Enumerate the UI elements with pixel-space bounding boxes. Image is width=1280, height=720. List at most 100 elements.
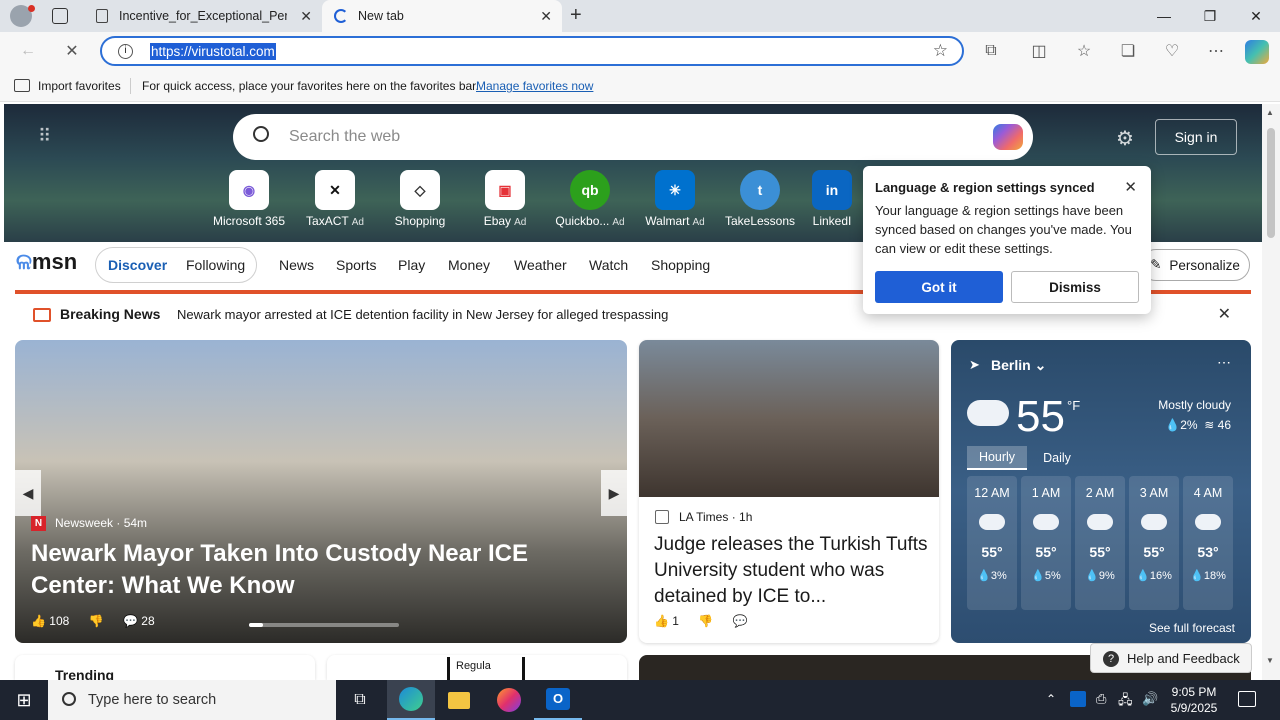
info-icon[interactable]: i xyxy=(118,44,133,59)
popup-body: Your language & region settings have bee… xyxy=(875,203,1132,256)
carousel-prev-icon[interactable]: ◀ xyxy=(15,470,41,516)
vertical-scrollbar[interactable]: ▲ ▼ xyxy=(1262,104,1280,680)
article-headline[interactable]: Judge releases the Turkish Tufts Univers… xyxy=(654,532,929,610)
more-icon[interactable]: ⋯ xyxy=(1202,38,1230,64)
notifications-icon[interactable] xyxy=(1238,691,1256,707)
tab-incentive[interactable]: Incentive_for_Exceptional_Perfor ✕ xyxy=(84,0,322,32)
nav-money[interactable]: Money xyxy=(448,257,490,273)
msn-logo[interactable]: ଳmsn xyxy=(16,249,77,275)
taskbar-clock[interactable]: 9:05 PM 5/9/2025 xyxy=(1168,684,1220,716)
tab-hourly[interactable]: Hourly xyxy=(967,446,1027,470)
window-close-icon[interactable]: ✕ xyxy=(1233,0,1279,32)
like-icon[interactable]: 👍 xyxy=(31,614,46,628)
manage-favorites-link[interactable]: Manage favorites now xyxy=(476,79,593,93)
scrollbar-thumb[interactable] xyxy=(1267,128,1275,238)
article-source: Newsweek · 54m xyxy=(55,516,148,530)
address-bar[interactable]: i https://virustotal.com ☆ xyxy=(100,36,964,66)
more-icon[interactable]: ⋯ xyxy=(1217,354,1231,371)
quick-link-label: Walmart xyxy=(645,214,690,228)
task-view-icon[interactable]: ⧉ xyxy=(336,680,384,720)
tab-discover[interactable]: Discover xyxy=(108,257,167,273)
close-icon[interactable]: ✕ xyxy=(540,8,552,25)
quick-link-takelessons[interactable]: t TakeLessons xyxy=(717,170,803,228)
like-icon[interactable]: 👍 xyxy=(654,614,669,628)
scroll-down-icon[interactable]: ▼ xyxy=(1266,656,1274,665)
file-explorer-icon[interactable] xyxy=(435,680,483,720)
quick-link-linkedin[interactable]: in LinkedI xyxy=(802,170,862,228)
volume-icon[interactable]: 🔊 xyxy=(1142,691,1158,707)
windows-start-icon[interactable]: ⊞ xyxy=(0,680,48,720)
device-icon[interactable]: ⎙ xyxy=(1096,691,1106,707)
quick-link-ebay[interactable]: ▣ Ebay Ad xyxy=(462,170,548,228)
ad-card[interactable]: Regula xyxy=(327,655,627,680)
article-image xyxy=(639,340,939,497)
quick-link-taxact[interactable]: ✕ TaxACT Ad xyxy=(292,170,378,228)
trending-card[interactable]: Trending xyxy=(15,655,315,683)
news-card-side[interactable]: LA Times · 1h Judge releases the Turkish… xyxy=(639,340,939,643)
help-feedback-button[interactable]: ? Help and Feedback xyxy=(1090,643,1252,673)
firefox-icon[interactable] xyxy=(485,680,533,720)
weather-unit: °F xyxy=(1067,398,1081,413)
tab-daily[interactable]: Daily xyxy=(1027,446,1087,470)
comment-icon[interactable]: 💬 xyxy=(123,614,138,628)
quick-link-walmart[interactable]: ✳ Walmart Ad xyxy=(632,170,718,228)
nav-sports[interactable]: Sports xyxy=(336,257,376,273)
weather-card[interactable]: ➤ Berlin ⌄ ⋯ 55 °F Mostly cloudy 💧2% ≋ 4… xyxy=(951,340,1251,643)
new-tab-icon[interactable]: + xyxy=(570,4,582,27)
stop-icon[interactable]: ✕ xyxy=(58,38,86,64)
personalize-button[interactable]: ✎ Personalize xyxy=(1140,249,1250,281)
settings-gear-icon[interactable]: ⚙ xyxy=(1116,126,1134,151)
nav-weather[interactable]: Weather xyxy=(514,257,567,273)
dismiss-button[interactable]: Dismiss xyxy=(1011,271,1139,303)
chevron-down-icon: ⌄ xyxy=(1034,357,1047,373)
edge-icon[interactable] xyxy=(387,680,435,720)
article-headline[interactable]: Newark Mayor Taken Into Custody Near ICE… xyxy=(31,538,611,602)
nav-watch[interactable]: Watch xyxy=(589,257,628,273)
carousel-next-icon[interactable]: ▶ xyxy=(601,470,627,516)
minimize-icon[interactable]: — xyxy=(1141,0,1187,32)
breaking-headline[interactable]: Newark mayor arrested at ICE detention f… xyxy=(177,307,668,322)
close-icon[interactable]: ✕ xyxy=(1218,304,1231,324)
scroll-up-icon[interactable]: ▲ xyxy=(1266,108,1274,117)
full-forecast-link[interactable]: See full forecast xyxy=(1149,621,1235,635)
close-icon[interactable]: ✕ xyxy=(1124,178,1137,196)
import-favorites[interactable]: Import favorites xyxy=(38,79,121,93)
browser-essentials-icon[interactable]: ♡ xyxy=(1158,38,1186,64)
restore-icon[interactable]: ❐ xyxy=(1187,0,1233,32)
dislike-icon[interactable]: 👎 xyxy=(698,614,713,628)
quick-link-quickbooks[interactable]: qb Quickbo... Ad xyxy=(547,170,633,228)
taskbar-search[interactable]: Type here to search xyxy=(48,680,336,720)
got-it-button[interactable]: Got it xyxy=(875,271,1003,303)
nav-play[interactable]: Play xyxy=(398,257,425,273)
nav-news[interactable]: News xyxy=(279,257,314,273)
outlook-icon[interactable]: O xyxy=(534,680,582,720)
weather-city[interactable]: Berlin ⌄ xyxy=(991,357,1046,374)
quick-link-shopping[interactable]: ◇ Shopping xyxy=(377,170,463,228)
dislike-icon[interactable]: 👎 xyxy=(89,614,104,628)
news-card-main[interactable]: ◀ ▶ N Newsweek · 54m Newark Mayor Taken … xyxy=(15,340,627,643)
chevron-up-icon[interactable]: ⌃ xyxy=(1046,692,1056,706)
weather-condition: Mostly cloudy xyxy=(1158,398,1231,412)
tab-actions-icon[interactable] xyxy=(52,8,68,24)
url-text[interactable]: https://virustotal.com xyxy=(150,43,276,60)
carousel-dots[interactable] xyxy=(249,623,399,627)
favorite-star-icon[interactable]: ☆ xyxy=(933,41,948,61)
tab-following[interactable]: Following xyxy=(186,257,245,273)
back-icon[interactable]: ← xyxy=(14,38,42,64)
collections-icon[interactable]: ❏ xyxy=(1114,38,1142,64)
outlook-tray-icon[interactable] xyxy=(1070,691,1086,707)
split-screen-icon[interactable]: ◫ xyxy=(1025,38,1053,64)
nav-shopping[interactable]: Shopping xyxy=(651,257,710,273)
apps-grid-icon[interactable]: ⠿ xyxy=(38,126,53,147)
search-box[interactable]: Search the web xyxy=(233,114,1033,160)
network-icon[interactable]: 🖧 xyxy=(1118,691,1133,713)
sign-in-button[interactable]: Sign in xyxy=(1155,119,1237,155)
extensions-icon[interactable]: ⧉ xyxy=(977,38,1005,64)
tab-new[interactable]: New tab ✕ xyxy=(322,0,562,32)
copilot-icon[interactable] xyxy=(1245,40,1269,64)
copilot-icon[interactable] xyxy=(993,124,1023,150)
quick-link-microsoft365[interactable]: ◉ Microsoft 365 xyxy=(206,170,292,228)
comment-icon[interactable]: 💬 xyxy=(733,614,748,628)
favorites-icon[interactable]: ☆ xyxy=(1070,38,1098,64)
close-icon[interactable]: ✕ xyxy=(300,8,312,25)
